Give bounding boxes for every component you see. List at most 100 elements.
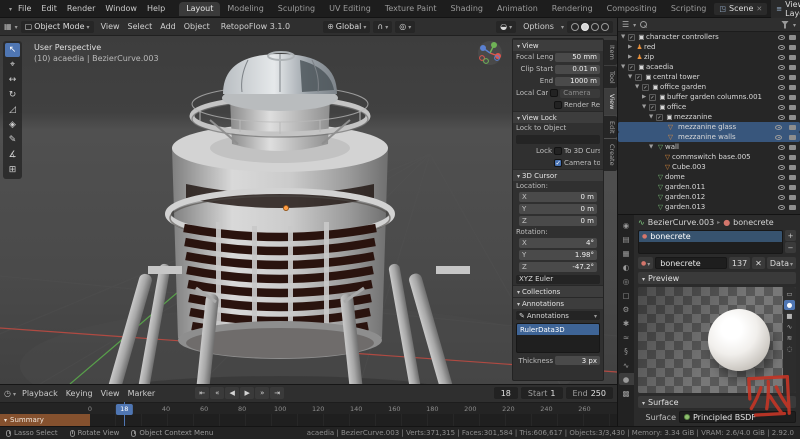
disable-in-render-toggle[interactable]: [789, 145, 796, 150]
workspace-tab[interactable]: Modeling: [220, 2, 270, 16]
outliner-row[interactable]: ▼ ✓ ▣ character controllers: [618, 32, 800, 42]
to-3d-cursor-checkbox[interactable]: [554, 147, 562, 155]
properties-tab[interactable]: ▦: [619, 247, 634, 259]
outliner-row[interactable]: ▶ ♟ red: [618, 42, 800, 52]
properties-tab[interactable]: ◎: [619, 275, 634, 287]
menu-item[interactable]: Render: [62, 2, 100, 15]
hide-in-viewport-toggle[interactable]: [775, 135, 782, 140]
disable-in-render-toggle[interactable]: [789, 35, 796, 40]
collection-checkbox[interactable]: ✓: [642, 84, 649, 91]
close-icon[interactable]: ✕: [756, 5, 762, 13]
hide-in-viewport-toggle[interactable]: [778, 165, 785, 170]
hide-in-viewport-toggle[interactable]: [775, 125, 782, 130]
transport-button[interactable]: «: [210, 387, 224, 399]
tool-button[interactable]: ◿: [5, 103, 20, 117]
sidebar-tab[interactable]: Item: [604, 40, 617, 65]
outliner-row[interactable]: ▽ mezzanine walls: [618, 132, 800, 142]
expand-arrow-icon[interactable]: ▼: [642, 104, 649, 110]
outliner-row[interactable]: ▼ ▽ wall: [618, 142, 800, 152]
collection-checkbox[interactable]: ✓: [656, 114, 663, 121]
outliner-row[interactable]: ▽ garden.013: [618, 202, 800, 212]
properties-tab[interactable]: ▤: [619, 233, 634, 245]
expand-arrow-icon[interactable]: ▶: [628, 54, 635, 60]
collection-checkbox[interactable]: ✓: [649, 104, 656, 111]
outliner-item-label[interactable]: garden.011: [665, 183, 705, 191]
workspace-tab[interactable]: Shading: [444, 2, 491, 16]
playhead-badge[interactable]: 18: [116, 404, 132, 415]
sidebar-tab[interactable]: Create: [604, 139, 617, 171]
disable-in-render-toggle[interactable]: [789, 115, 796, 120]
tool-button[interactable]: ↔: [5, 73, 20, 87]
hide-in-viewport-toggle[interactable]: [778, 75, 785, 80]
viewport-menu-item[interactable]: View: [97, 21, 124, 33]
outliner-row[interactable]: ▼ ✓ ▣ central tower: [618, 72, 800, 82]
disable-in-render-toggle[interactable]: [789, 75, 796, 80]
timeline-menu-item[interactable]: Keying: [62, 388, 97, 399]
properties-tab[interactable]: ◐: [619, 261, 634, 273]
editor-type-icon[interactable]: ☰: [622, 20, 629, 29]
panel-header-3d-cursor[interactable]: 3D Cursor: [513, 169, 603, 181]
render-region-checkbox[interactable]: [554, 101, 562, 109]
proportional-editing-toggle[interactable]: ◎: [395, 21, 415, 33]
workspace-tab[interactable]: Rendering: [545, 2, 600, 16]
material-shading-icon[interactable]: [591, 23, 599, 31]
options-menu[interactable]: Options: [519, 21, 558, 33]
disable-in-render-toggle[interactable]: [789, 165, 796, 170]
expand-arrow-icon[interactable]: ▶: [628, 44, 635, 50]
filter-funnel-icon[interactable]: [781, 21, 789, 29]
cursor-loc-z-field[interactable]: Z0 m: [519, 216, 597, 226]
properties-tab[interactable]: ✱: [619, 317, 634, 329]
current-frame-field[interactable]: 18: [494, 387, 518, 399]
menu-item[interactable]: File: [13, 2, 36, 15]
outliner-item-label[interactable]: mezzanine walls: [678, 133, 736, 141]
hide-in-viewport-toggle[interactable]: [778, 195, 785, 200]
hide-in-viewport-toggle[interactable]: [778, 85, 785, 90]
preview-shape-button[interactable]: ≋: [784, 333, 795, 343]
outliner-item-label[interactable]: acaedia: [646, 63, 673, 71]
focal-length-field[interactable]: 50 mm: [555, 53, 600, 62]
slot-link-dropdown[interactable]: Data: [767, 257, 796, 269]
hide-in-viewport-toggle[interactable]: [778, 65, 785, 70]
preview-shape-button[interactable]: ■: [784, 311, 795, 321]
cursor-rot-x-field[interactable]: X4°: [519, 238, 597, 248]
material-users-button[interactable]: 137: [729, 257, 750, 269]
timeline-ruler[interactable]: 040608010012014016018020022024026018: [0, 402, 617, 415]
disable-in-render-toggle[interactable]: [789, 105, 796, 110]
tool-button[interactable]: ✎: [5, 133, 20, 147]
hide-in-viewport-toggle[interactable]: [778, 95, 785, 100]
viewport-menu-item[interactable]: Object: [180, 21, 214, 33]
hide-in-viewport-toggle[interactable]: [778, 45, 785, 50]
annotation-data-dropdown[interactable]: ✎Annotations: [516, 311, 600, 320]
orientation-dropdown[interactable]: ⊕ Global: [323, 21, 370, 33]
material-slot-list[interactable]: ● bonecrete: [638, 230, 783, 254]
annotation-layer-item[interactable]: RulerData3D: [517, 324, 599, 335]
navigation-gizmo[interactable]: [477, 40, 503, 66]
clip-end-field[interactable]: 1000 m: [555, 77, 600, 86]
cursor-rot-z-field[interactable]: Z-47.2°: [519, 262, 597, 272]
workspace-tab[interactable]: Scripting: [664, 2, 714, 16]
transport-button[interactable]: »: [255, 387, 269, 399]
workspace-tab[interactable]: Compositing: [600, 2, 664, 16]
cursor-rot-y-field[interactable]: Y1.98°: [519, 250, 597, 260]
menu-item[interactable]: Window: [100, 2, 142, 15]
outliner-item-label[interactable]: Cube.003: [672, 163, 706, 171]
breadcrumb-material[interactable]: bonecrete: [733, 218, 773, 227]
frame-start-field[interactable]: Start1: [521, 387, 563, 399]
frame-end-field[interactable]: End250: [566, 387, 613, 399]
tool-button[interactable]: ⊞: [5, 163, 20, 177]
overlays-toggle[interactable]: ◒: [496, 21, 516, 33]
outliner-item-label[interactable]: red: [644, 43, 655, 51]
outliner-item-label[interactable]: garden.013: [665, 203, 705, 211]
properties-tab[interactable]: ▩: [619, 387, 634, 399]
outliner-row[interactable]: ▽ Cube.003: [618, 162, 800, 172]
cursor-loc-y-field[interactable]: Y0 m: [519, 204, 597, 214]
hide-in-viewport-toggle[interactable]: [778, 155, 785, 160]
outliner-item-label[interactable]: zip: [644, 53, 654, 61]
properties-tab[interactable]: ●: [619, 373, 634, 385]
thickness-field[interactable]: 3 px: [555, 356, 600, 365]
outliner-row[interactable]: ▼ ✓ ▣ office: [618, 102, 800, 112]
tool-button[interactable]: ⌖: [5, 58, 20, 72]
disable-in-render-toggle[interactable]: [789, 65, 796, 70]
outliner-row[interactable]: ▶ ✓ ▣ buffer garden columns.001: [618, 92, 800, 102]
preview-panel-header[interactable]: Preview: [638, 272, 796, 284]
